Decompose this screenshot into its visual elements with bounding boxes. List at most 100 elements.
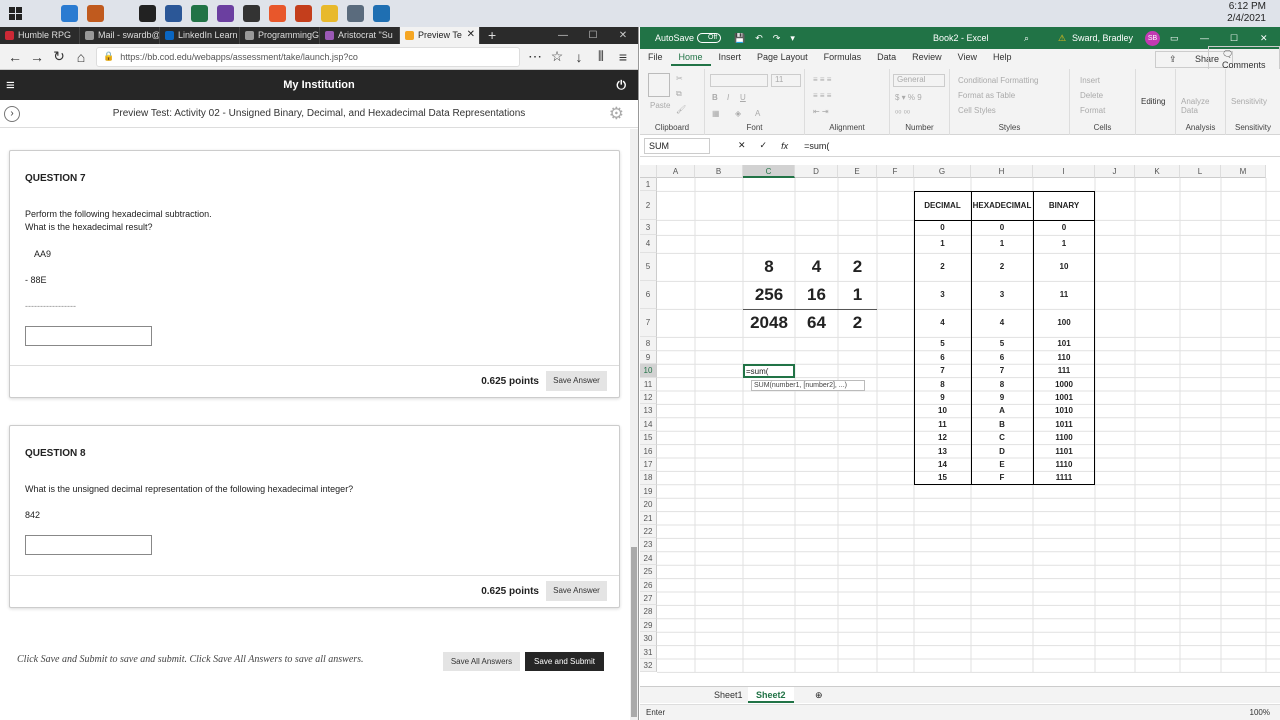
- table-cell[interactable]: 11: [914, 418, 971, 431]
- browser-tab[interactable]: ProgrammingGro: [240, 27, 320, 44]
- customize-toolbar-icon[interactable]: ▾: [790, 33, 795, 44]
- table-cell[interactable]: 4: [914, 309, 971, 337]
- cell-styles-button[interactable]: Cell Styles: [958, 106, 996, 115]
- menu-tab-home[interactable]: Home: [670, 52, 711, 66]
- table-cell[interactable]: 1100: [1033, 431, 1095, 444]
- close-icon[interactable]: ✕: [1260, 33, 1268, 44]
- table-cell[interactable]: 5: [971, 337, 1033, 350]
- indent-icon[interactable]: ⇤ ⇥: [813, 107, 829, 116]
- visualstudio-icon[interactable]: [212, 0, 238, 27]
- table-cell[interactable]: 10: [1033, 253, 1095, 281]
- calculator-icon[interactable]: [342, 0, 368, 27]
- value-cell[interactable]: 64: [795, 309, 838, 337]
- question-7-answer-input[interactable]: [25, 326, 152, 346]
- formula-input[interactable]: =sum(: [804, 141, 829, 151]
- table-cell[interactable]: 2: [914, 253, 971, 281]
- table-cell[interactable]: 110: [1033, 351, 1095, 364]
- url-bar[interactable]: 🔒 https://bb.cod.edu/webapps/assessment/…: [96, 46, 520, 67]
- library-icon[interactable]: ⫴: [590, 48, 612, 65]
- windows-start-icon[interactable]: [0, 0, 30, 27]
- table-cell[interactable]: 5: [914, 337, 971, 350]
- vscode-icon[interactable]: [56, 0, 82, 27]
- zoom-level[interactable]: 100%: [1250, 705, 1270, 720]
- format-as-table-button[interactable]: Format as Table: [958, 91, 1015, 100]
- borders-icon[interactable]: ▦: [712, 109, 720, 118]
- table-cell[interactable]: 1000: [1033, 378, 1095, 391]
- paste-label[interactable]: Paste: [650, 101, 670, 110]
- word-icon[interactable]: [160, 0, 186, 27]
- sensitivity-button[interactable]: Sensitivity: [1231, 97, 1267, 106]
- table-cell[interactable]: 6: [914, 351, 971, 364]
- table-cell[interactable]: 0: [914, 220, 971, 235]
- format-painter-icon[interactable]: 🖌: [676, 105, 686, 114]
- question-8-save-button[interactable]: Save Answer: [546, 581, 607, 601]
- number-format-select[interactable]: General: [893, 74, 945, 87]
- scrollbar-thumb[interactable]: [631, 547, 637, 717]
- table-cell[interactable]: 14: [914, 458, 971, 471]
- save-icon[interactable]: 💾: [734, 33, 745, 44]
- table-cell[interactable]: 1110: [1033, 458, 1095, 471]
- underline-icon[interactable]: U: [740, 93, 746, 102]
- menu-tab-review[interactable]: Review: [904, 52, 950, 66]
- unity-icon[interactable]: [134, 0, 160, 27]
- download-icon[interactable]: ↓: [568, 49, 590, 65]
- chevron-right-icon[interactable]: ›: [4, 106, 20, 122]
- browser-tab[interactable]: Aristocrat "Su: [320, 27, 400, 44]
- menu-tab-view[interactable]: View: [950, 52, 985, 66]
- sheet-tab-2[interactable]: Sheet2: [748, 687, 794, 703]
- search-icon[interactable]: [30, 0, 56, 27]
- search-icon[interactable]: ⌕: [1024, 33, 1029, 44]
- value-cell[interactable]: 2: [838, 309, 877, 337]
- menu-tab-help[interactable]: Help: [985, 52, 1020, 66]
- avatar[interactable]: SB: [1145, 31, 1160, 46]
- font-name-select[interactable]: [710, 74, 768, 87]
- table-cell[interactable]: 111: [1033, 364, 1095, 377]
- value-cell[interactable]: 8: [743, 253, 795, 281]
- table-cell[interactable]: F: [971, 471, 1033, 484]
- table-cell[interactable]: C: [971, 431, 1033, 444]
- font-size-select[interactable]: 11: [771, 74, 801, 87]
- table-cell[interactable]: 15: [914, 471, 971, 484]
- firefox-icon[interactable]: [264, 0, 290, 27]
- insert-cells-button[interactable]: Insert: [1080, 76, 1100, 85]
- menu-icon[interactable]: ≡: [612, 49, 634, 65]
- browser-tab[interactable]: Preview Te ✕: [400, 27, 480, 44]
- redo-icon[interactable]: ↷: [773, 33, 781, 44]
- table-cell[interactable]: 8: [914, 378, 971, 391]
- name-box[interactable]: SUM: [644, 137, 710, 154]
- autosave-toggle[interactable]: Off: [697, 33, 722, 43]
- new-tab-button[interactable]: +: [480, 27, 504, 44]
- align-top-icon[interactable]: ≡ ≡ ≡: [813, 75, 831, 84]
- table-cell[interactable]: 7: [914, 364, 971, 377]
- github-icon[interactable]: [238, 0, 264, 27]
- conditional-formatting-button[interactable]: Conditional Formatting: [958, 76, 1038, 85]
- table-cell[interactable]: 13: [914, 445, 971, 458]
- save-all-answers-button[interactable]: Save All Answers: [443, 652, 520, 671]
- table-cell[interactable]: E: [971, 458, 1033, 471]
- back-icon[interactable]: ←: [4, 49, 26, 65]
- powerpoint-icon[interactable]: [290, 0, 316, 27]
- system-clock[interactable]: 6:12 PM 2/4/2021: [1227, 1, 1266, 25]
- table-cell[interactable]: 1010: [1033, 404, 1095, 417]
- align-left-icon[interactable]: ≡ ≡ ≡: [813, 91, 831, 100]
- maximize-icon[interactable]: ☐: [578, 27, 608, 44]
- browser-tab[interactable]: Mail - swardb@co: [80, 27, 160, 44]
- enter-icon[interactable]: ✓: [760, 140, 768, 151]
- table-cell[interactable]: 1: [914, 235, 971, 253]
- browser-tab[interactable]: Humble RPG: [0, 27, 80, 44]
- more-icon[interactable]: ⋯: [524, 48, 546, 65]
- forward-icon[interactable]: →: [26, 49, 48, 65]
- table-cell[interactable]: 3: [971, 281, 1033, 309]
- copy-icon[interactable]: ⧉: [676, 89, 682, 99]
- table-header-cell[interactable]: BINARY: [1033, 191, 1095, 220]
- gear-icon[interactable]: ⚙: [609, 104, 624, 124]
- close-tab-icon[interactable]: ✕: [467, 29, 475, 40]
- table-cell[interactable]: 8: [971, 378, 1033, 391]
- bold-icon[interactable]: B: [712, 93, 718, 102]
- question-7-save-button[interactable]: Save Answer: [546, 371, 607, 391]
- table-cell[interactable]: 1111: [1033, 471, 1095, 484]
- delete-cells-button[interactable]: Delete: [1080, 91, 1103, 100]
- table-header-cell[interactable]: DECIMAL: [914, 191, 971, 220]
- active-cell[interactable]: =sum(: [743, 364, 795, 378]
- sheet-tab-1[interactable]: Sheet1: [706, 687, 751, 703]
